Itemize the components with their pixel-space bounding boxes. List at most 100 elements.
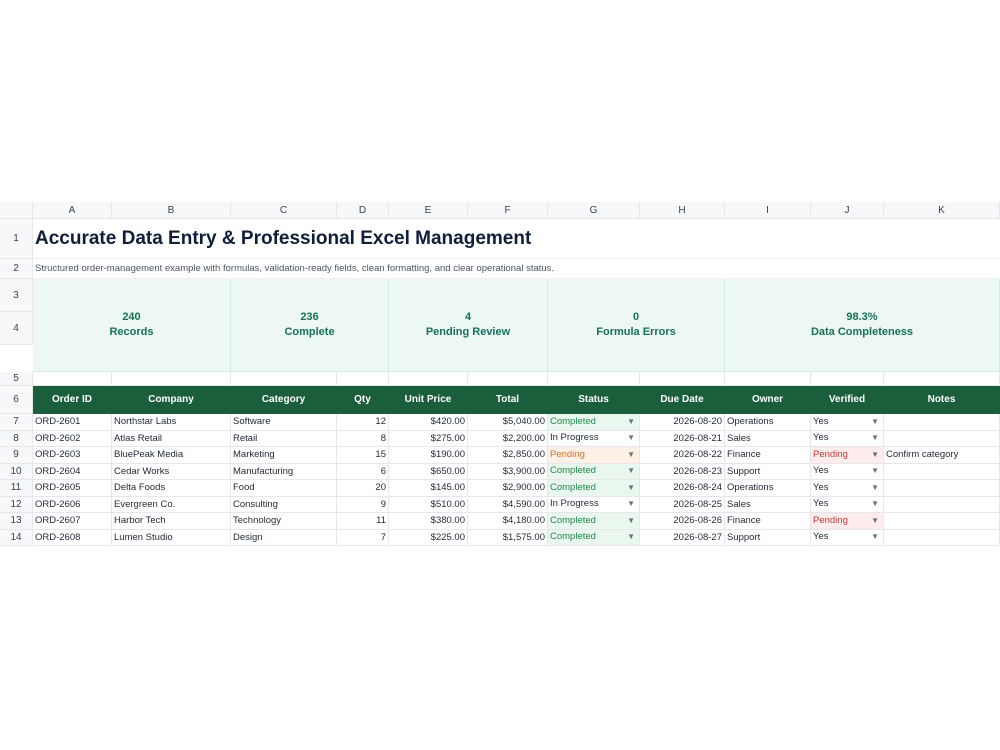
order-id-cell[interactable]: ORD-2603: [33, 447, 112, 464]
chevron-down-icon[interactable]: ▼: [627, 480, 637, 496]
order-id-cell[interactable]: ORD-2608: [33, 529, 112, 546]
table-header-category[interactable]: Category: [231, 386, 337, 414]
status-dropdown[interactable]: Completed ▼: [548, 529, 640, 546]
table-header-total[interactable]: Total: [468, 386, 548, 414]
column-header-h[interactable]: H: [640, 202, 725, 219]
owner-cell[interactable]: Finance: [725, 513, 811, 530]
company-cell[interactable]: Evergreen Co.: [112, 496, 231, 513]
category-cell[interactable]: Retail: [231, 430, 337, 447]
company-cell[interactable]: BluePeak Media: [112, 447, 231, 464]
row-number[interactable]: 12: [0, 496, 33, 513]
total-cell[interactable]: $2,900.00: [468, 480, 548, 497]
row-number[interactable]: 14: [0, 529, 33, 546]
verified-dropdown[interactable]: Yes ▼: [811, 430, 884, 447]
due-date-cell[interactable]: 2026-08-24: [640, 480, 725, 497]
notes-cell[interactable]: [884, 463, 1000, 480]
status-dropdown[interactable]: Completed ▼: [548, 513, 640, 530]
row-number[interactable]: 2: [0, 259, 33, 279]
row-number[interactable]: 11: [0, 480, 33, 497]
notes-cell[interactable]: [884, 414, 1000, 431]
row-number[interactable]: 4: [0, 312, 33, 345]
cell[interactable]: [884, 372, 1000, 386]
notes-cell[interactable]: [884, 430, 1000, 447]
kpi-formula-errors[interactable]: 0 Formula Errors: [548, 279, 725, 372]
chevron-down-icon[interactable]: ▼: [627, 497, 637, 513]
total-cell[interactable]: $4,590.00: [468, 496, 548, 513]
row-number[interactable]: 1: [0, 219, 33, 259]
category-cell[interactable]: Technology: [231, 513, 337, 530]
owner-cell[interactable]: Operations: [725, 480, 811, 497]
order-id-cell[interactable]: ORD-2606: [33, 496, 112, 513]
status-dropdown[interactable]: In Progress ▼: [548, 496, 640, 513]
cell[interactable]: [548, 372, 640, 386]
chevron-down-icon[interactable]: ▼: [627, 464, 637, 480]
row-number[interactable]: 13: [0, 513, 33, 530]
column-header-e[interactable]: E: [389, 202, 468, 219]
due-date-cell[interactable]: 2026-08-27: [640, 529, 725, 546]
category-cell[interactable]: Software: [231, 414, 337, 431]
chevron-down-icon[interactable]: ▼: [627, 513, 637, 529]
category-cell[interactable]: Consulting: [231, 496, 337, 513]
verified-dropdown[interactable]: Pending ▼: [811, 513, 884, 530]
chevron-down-icon[interactable]: ▼: [871, 447, 881, 463]
column-header-f[interactable]: F: [468, 202, 548, 219]
company-cell[interactable]: Harbor Tech: [112, 513, 231, 530]
total-cell[interactable]: $5,040.00: [468, 414, 548, 431]
owner-cell[interactable]: Sales: [725, 430, 811, 447]
table-header-company[interactable]: Company: [112, 386, 231, 414]
due-date-cell[interactable]: 2026-08-21: [640, 430, 725, 447]
row-number[interactable]: 3: [0, 279, 33, 312]
qty-cell[interactable]: 9: [337, 496, 389, 513]
due-date-cell[interactable]: 2026-08-20: [640, 414, 725, 431]
row-number[interactable]: 7: [0, 414, 33, 431]
category-cell[interactable]: Manufacturing: [231, 463, 337, 480]
notes-cell[interactable]: [884, 496, 1000, 513]
table-header-status[interactable]: Status: [548, 386, 640, 414]
sheet-subtitle[interactable]: Structured order-management example with…: [33, 259, 1000, 279]
chevron-down-icon[interactable]: ▼: [627, 431, 637, 447]
order-id-cell[interactable]: ORD-2607: [33, 513, 112, 530]
company-cell[interactable]: Delta Foods: [112, 480, 231, 497]
cell[interactable]: [231, 372, 337, 386]
unit-price-cell[interactable]: $145.00: [389, 480, 468, 497]
order-id-cell[interactable]: ORD-2604: [33, 463, 112, 480]
column-header-k[interactable]: K: [884, 202, 1000, 219]
qty-cell[interactable]: 6: [337, 463, 389, 480]
chevron-down-icon[interactable]: ▼: [871, 480, 881, 496]
verified-dropdown[interactable]: Yes ▼: [811, 480, 884, 497]
column-header-b[interactable]: B: [112, 202, 231, 219]
company-cell[interactable]: Cedar Works: [112, 463, 231, 480]
due-date-cell[interactable]: 2026-08-22: [640, 447, 725, 464]
owner-cell[interactable]: Sales: [725, 496, 811, 513]
cell[interactable]: [811, 372, 884, 386]
category-cell[interactable]: Food: [231, 480, 337, 497]
column-header-j[interactable]: J: [811, 202, 884, 219]
table-header-qty[interactable]: Qty: [337, 386, 389, 414]
owner-cell[interactable]: Support: [725, 529, 811, 546]
total-cell[interactable]: $2,850.00: [468, 447, 548, 464]
chevron-down-icon[interactable]: ▼: [627, 447, 637, 463]
column-header-d[interactable]: D: [337, 202, 389, 219]
chevron-down-icon[interactable]: ▼: [627, 530, 637, 546]
cell[interactable]: [112, 372, 231, 386]
unit-price-cell[interactable]: $190.00: [389, 447, 468, 464]
due-date-cell[interactable]: 2026-08-23: [640, 463, 725, 480]
column-header-a[interactable]: A: [33, 202, 112, 219]
cell[interactable]: [33, 372, 112, 386]
order-id-cell[interactable]: ORD-2605: [33, 480, 112, 497]
row-number[interactable]: 8: [0, 430, 33, 447]
notes-cell[interactable]: [884, 529, 1000, 546]
company-cell[interactable]: Atlas Retail: [112, 430, 231, 447]
qty-cell[interactable]: 15: [337, 447, 389, 464]
due-date-cell[interactable]: 2026-08-25: [640, 496, 725, 513]
unit-price-cell[interactable]: $380.00: [389, 513, 468, 530]
table-header-notes[interactable]: Notes: [884, 386, 1000, 414]
owner-cell[interactable]: Finance: [725, 447, 811, 464]
owner-cell[interactable]: Support: [725, 463, 811, 480]
row-number[interactable]: 5: [0, 372, 33, 386]
table-header-order-id[interactable]: Order ID: [33, 386, 112, 414]
cell[interactable]: [725, 372, 811, 386]
verified-dropdown[interactable]: Yes ▼: [811, 529, 884, 546]
due-date-cell[interactable]: 2026-08-26: [640, 513, 725, 530]
row-number[interactable]: 10: [0, 463, 33, 480]
